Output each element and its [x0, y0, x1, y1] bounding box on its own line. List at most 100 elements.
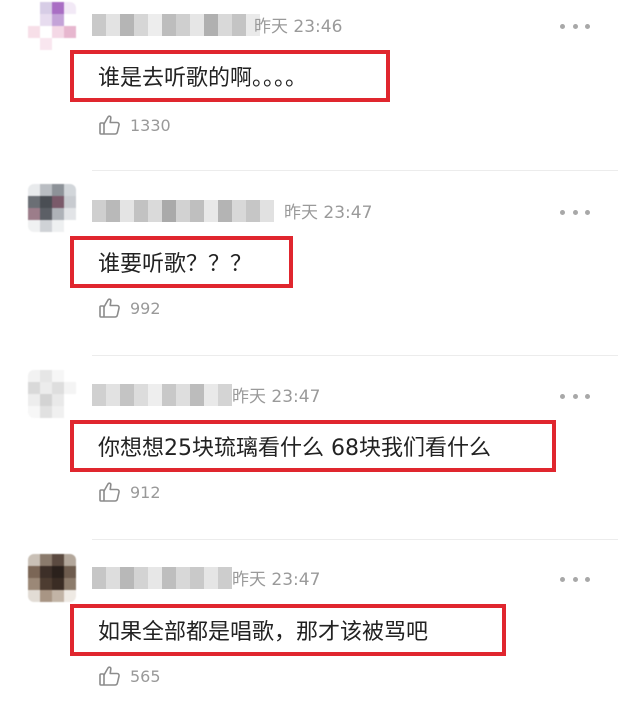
avatar-pixel	[64, 578, 76, 590]
username-pixel	[218, 384, 232, 406]
like-count: 565	[130, 666, 161, 686]
username-pixel	[106, 200, 120, 222]
thumbs-up-icon	[99, 666, 120, 686]
username-pixel	[190, 384, 204, 406]
avatar-pixel	[40, 394, 52, 406]
username-pixel	[92, 14, 106, 36]
divider	[92, 539, 618, 540]
avatar-pixel	[28, 38, 40, 50]
username-blurred[interactable]	[92, 384, 232, 406]
avatar-pixel	[28, 2, 40, 14]
username-pixel	[134, 567, 148, 589]
username-pixel	[92, 200, 106, 222]
avatar[interactable]	[28, 2, 76, 50]
avatar-pixel	[64, 220, 76, 232]
avatar-pixel	[28, 208, 40, 220]
like-button[interactable]: 1330	[98, 111, 171, 139]
username-pixel	[148, 567, 162, 589]
avatar-pixel	[40, 38, 52, 50]
username-pixel	[120, 200, 134, 222]
username-pixel	[134, 14, 148, 36]
like-button[interactable]: 565	[98, 662, 161, 690]
comment-time: 昨天 23:46	[254, 17, 343, 37]
like-count: 1330	[130, 115, 171, 135]
username-pixel	[120, 384, 134, 406]
avatar-pixel	[28, 220, 40, 232]
avatar-pixel	[52, 38, 64, 50]
avatar-pixel	[64, 566, 76, 578]
username-blurred[interactable]	[92, 200, 274, 222]
comment-time: 昨天 23:47	[284, 203, 373, 223]
username-pixel	[190, 14, 204, 36]
username-pixel	[218, 567, 232, 589]
avatar-pixel	[64, 590, 76, 602]
avatar-pixel	[40, 184, 52, 196]
username-blurred[interactable]	[92, 14, 260, 36]
avatar-pixel	[64, 554, 76, 566]
username-pixel	[120, 567, 134, 589]
username-pixel	[106, 384, 120, 406]
avatar-pixel	[52, 590, 64, 602]
username-pixel	[148, 200, 162, 222]
username-pixel	[162, 567, 176, 589]
avatar-pixel	[40, 196, 52, 208]
avatar-pixel	[64, 26, 76, 38]
username-pixel	[134, 384, 148, 406]
username-pixel	[162, 14, 176, 36]
avatar[interactable]	[28, 184, 76, 232]
avatar-pixel	[28, 26, 40, 38]
avatar-pixel	[52, 184, 64, 196]
thumbs-up-icon	[99, 482, 120, 502]
divider	[92, 355, 618, 356]
avatar-pixel	[28, 196, 40, 208]
username-blurred[interactable]	[92, 567, 232, 589]
like-count: 992	[130, 298, 161, 318]
avatar-pixel	[40, 554, 52, 566]
like-button[interactable]: 992	[98, 294, 161, 322]
avatar-pixel	[28, 406, 40, 418]
avatar-pixel	[64, 2, 76, 14]
avatar-pixel	[40, 14, 52, 26]
avatar-pixel	[52, 370, 64, 382]
comment-time: 昨天 23:47	[232, 570, 321, 590]
avatar-pixel	[64, 370, 76, 382]
username-pixel	[162, 200, 176, 222]
avatar-pixel	[40, 220, 52, 232]
avatar-pixel	[40, 26, 52, 38]
username-pixel	[176, 567, 190, 589]
username-pixel	[106, 14, 120, 36]
avatar-pixel	[52, 2, 64, 14]
avatar-pixel	[52, 220, 64, 232]
username-pixel	[232, 200, 246, 222]
avatar-pixel	[28, 590, 40, 602]
avatar-pixel	[28, 566, 40, 578]
comment-time: 昨天 23:47	[232, 387, 321, 407]
avatar-pixel	[52, 14, 64, 26]
comment-text: 你想想25块琉璃看什么 68块我们看什么	[70, 420, 556, 472]
username-pixel	[92, 384, 106, 406]
more-options-icon[interactable]	[560, 21, 590, 31]
username-pixel	[134, 200, 148, 222]
avatar[interactable]	[28, 370, 76, 418]
more-options-icon[interactable]	[560, 574, 590, 584]
like-count: 912	[130, 482, 161, 502]
avatar-pixel	[28, 554, 40, 566]
username-pixel	[204, 200, 218, 222]
more-options-icon[interactable]	[560, 391, 590, 401]
comment-text: 谁是去听歌的啊。。。。	[70, 50, 390, 102]
more-options-icon[interactable]	[560, 207, 590, 217]
avatar-pixel	[40, 566, 52, 578]
avatar-pixel	[52, 406, 64, 418]
username-pixel	[218, 200, 232, 222]
username-pixel	[232, 14, 246, 36]
thumbs-up-icon	[99, 298, 120, 318]
avatar-pixel	[52, 578, 64, 590]
avatar-pixel	[40, 2, 52, 14]
avatar-pixel	[52, 554, 64, 566]
comment-text: 谁要听歌？？？	[70, 236, 293, 288]
avatar-pixel	[28, 578, 40, 590]
like-button[interactable]: 912	[98, 478, 161, 506]
avatar-pixel	[52, 394, 64, 406]
avatar[interactable]	[28, 554, 76, 602]
avatar-pixel	[28, 394, 40, 406]
